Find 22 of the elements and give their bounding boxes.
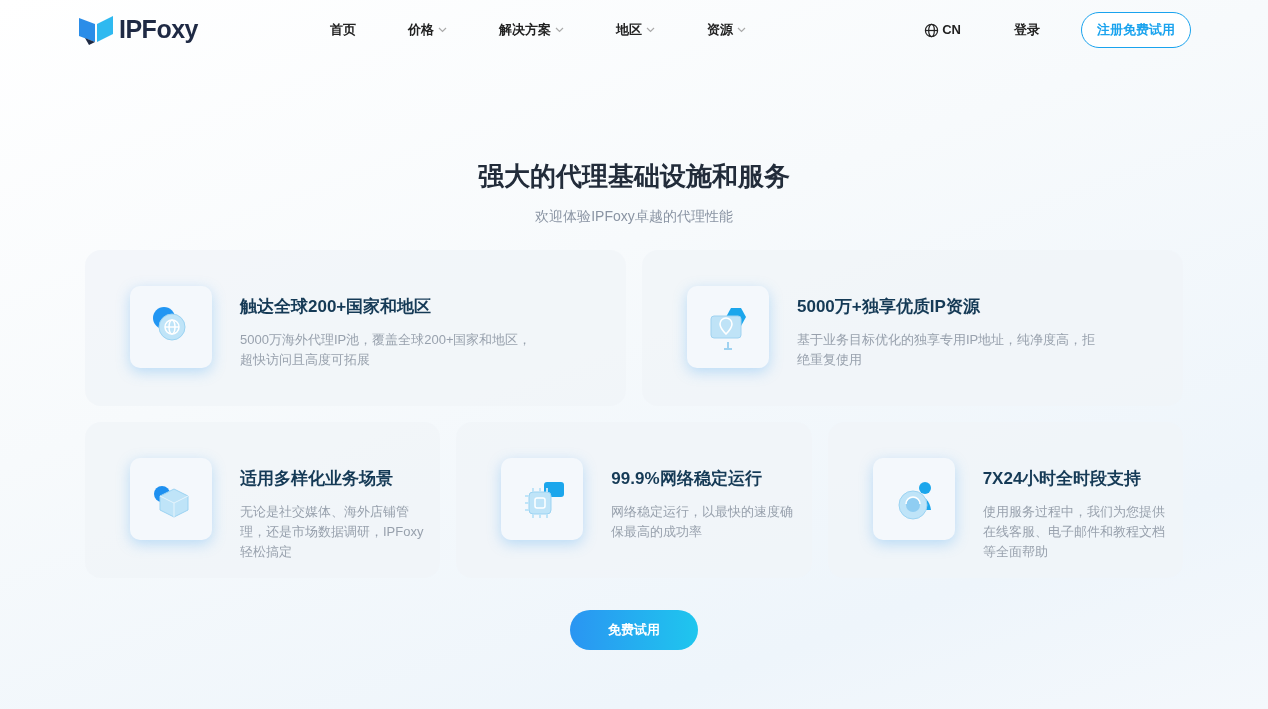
- feature-description: 基于业务目标优化的独享专用IP地址，纯净度高，拒绝重复使用: [797, 330, 1097, 369]
- language-link[interactable]: CN: [942, 20, 961, 40]
- section-title: 强大的代理基础设施和服务: [477, 160, 791, 193]
- feature-description: 5000万海外代理IP池，覆盖全球200+国家和地区，超快访问且高度可拓展: [240, 330, 533, 369]
- globe-icon: [924, 22, 940, 38]
- section-subtitle: 欢迎体验IPFoxy卓越的代理性能: [534, 207, 734, 226]
- feature-title: 99.9%网络稳定运行: [611, 468, 763, 490]
- logo-text: IPFoxy: [119, 14, 198, 46]
- nav-link[interactable]: 首页: [330, 20, 356, 40]
- nav-link[interactable]: 解决方案: [499, 20, 564, 40]
- logo-icon: [77, 14, 115, 46]
- feature-description: 使用服务过程中，我们为您提供在线客服、电子邮件和教程文档等全面帮助: [982, 502, 1166, 561]
- feature-title: 触达全球200+国家和地区: [240, 296, 433, 318]
- nav-link[interactable]: 资源: [707, 20, 746, 40]
- login-link[interactable]: 登录: [1014, 20, 1040, 40]
- feature-title: 7X24小时全时段支持: [982, 468, 1143, 490]
- feature-title: 5000万+独享优质IP资源: [797, 296, 981, 318]
- feature-description: 无论是社交媒体、海外店铺管理，还是市场数据调研，IPFoxy轻松搞定: [240, 502, 425, 561]
- feature-title: 适用多样化业务场景: [240, 468, 394, 490]
- nav-link[interactable]: 价格: [408, 20, 447, 40]
- feature-description: 网络稳定运行，以最快的速度确保最高的成功率: [611, 502, 795, 541]
- nav-link[interactable]: 地区: [616, 20, 655, 40]
